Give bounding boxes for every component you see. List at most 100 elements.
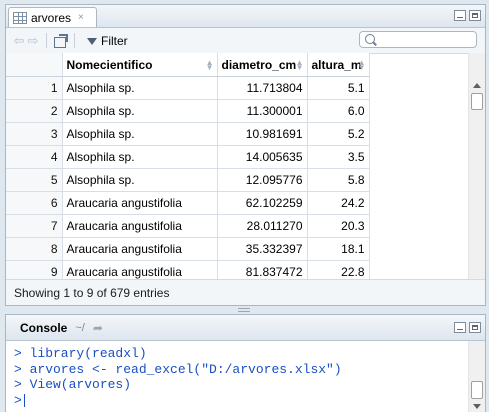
toolbar-divider — [74, 33, 75, 48]
cell-diametro: 10.981691 — [217, 122, 308, 146]
cell-nomecientifico: Alsophila sp. — [62, 168, 218, 192]
filter-button[interactable]: Filter — [87, 34, 128, 48]
cell-diametro: 81.837472 — [217, 260, 308, 281]
table-row[interactable]: 6 Araucaria angustifolia 62.102259 24.2 — [6, 191, 370, 215]
row-number: 4 — [6, 145, 63, 169]
sort-icon: ▲ ▼ — [295, 58, 304, 72]
close-icon[interactable]: × — [78, 12, 84, 23]
go-to-directory-icon[interactable]: ➦ — [93, 321, 103, 335]
viewer-toolbar: ⇦ ⇨ Filter — [6, 28, 485, 54]
column-header-rownum — [6, 53, 63, 77]
row-number: 5 — [6, 168, 63, 192]
table-row[interactable]: 1 Alsophila sp. 11.713804 5.1 — [6, 76, 370, 100]
data-viewer-pane: arvores × ⇦ ⇨ Filter Nomecientifico ▲ ▼ … — [5, 4, 486, 306]
cell-altura: 24.2 — [307, 191, 370, 215]
tab-arvores[interactable]: arvores × — [8, 7, 97, 27]
console-line: > arvores <- read_excel("D:/arvores.xlsx… — [14, 361, 342, 377]
viewer-window-controls — [454, 10, 481, 21]
cell-diametro: 28.011270 — [217, 214, 308, 238]
cell-nomecientifico: Alsophila sp. — [62, 99, 218, 123]
cell-diametro: 14.005635 — [217, 145, 308, 169]
cell-altura: 5.2 — [307, 122, 370, 146]
viewer-tabbar: arvores × — [6, 5, 485, 28]
maximize-icon[interactable] — [469, 10, 481, 21]
pane-splitter-handle[interactable] — [238, 308, 250, 312]
scroll-up-icon[interactable] — [473, 83, 481, 88]
minimize-icon[interactable] — [454, 322, 466, 333]
cell-nomecientifico: Alsophila sp. — [62, 122, 218, 146]
maximize-icon[interactable] — [469, 322, 481, 333]
cell-nomecientifico: Araucaria angustifolia — [62, 237, 218, 261]
console-input-line[interactable]: > — [14, 393, 485, 409]
cell-nomecientifico: Alsophila sp. — [62, 145, 218, 169]
column-header-nomecientifico[interactable]: Nomecientifico ▲ ▼ — [62, 53, 218, 77]
cell-altura: 5.1 — [307, 76, 370, 100]
console-working-dir[interactable]: ~/ — [75, 322, 84, 334]
column-header-label: diametro_cm — [221, 57, 297, 72]
cell-altura: 6.0 — [307, 99, 370, 123]
table-row[interactable]: 9 Araucaria angustifolia 81.837472 22.8 — [6, 260, 370, 281]
filter-icon — [87, 38, 97, 45]
filter-label: Filter — [101, 33, 128, 48]
row-number: 9 — [6, 260, 63, 281]
cell-diametro: 62.102259 — [217, 191, 308, 215]
column-header-label: altura_m — [311, 57, 362, 72]
scroll-down-icon[interactable] — [473, 404, 481, 409]
minimize-icon[interactable] — [454, 10, 466, 21]
console-line: > View(arvores) — [14, 377, 132, 392]
data-table: Nomecientifico ▲ ▼ diametro_cm ▲ ▼ altura_m ▲… — [6, 53, 370, 281]
tab-label: arvores — [31, 10, 72, 25]
console-header: Console ~/ ➦ — [6, 315, 485, 341]
scroll-thumb[interactable] — [471, 93, 483, 110]
entries-status: Showing 1 to 9 of 679 entries — [6, 279, 485, 305]
table-header-row: Nomecientifico ▲ ▼ diametro_cm ▲ ▼ altura_m ▲… — [6, 53, 370, 77]
sort-icon: ▲ ▼ — [205, 58, 214, 72]
column-header-altura[interactable]: altura_m ▲ ▼ — [307, 53, 370, 77]
data-grid-icon — [13, 11, 27, 24]
console-title: Console — [20, 320, 68, 335]
forward-arrow-icon[interactable]: ⇨ — [26, 33, 40, 49]
column-header-label: Nomecientifico — [66, 57, 153, 72]
cell-altura: 22.8 — [307, 260, 370, 281]
cell-diametro: 12.095776 — [217, 168, 308, 192]
row-number: 3 — [6, 122, 63, 146]
cell-nomecientifico: Alsophila sp. — [62, 76, 218, 100]
data-table-container: Nomecientifico ▲ ▼ diametro_cm ▲ ▼ altura_m ▲… — [6, 53, 487, 281]
search-input[interactable] — [359, 31, 477, 48]
cell-altura: 5.8 — [307, 168, 370, 192]
row-number: 7 — [6, 214, 63, 238]
table-row[interactable]: 4 Alsophila sp. 14.005635 3.5 — [6, 145, 370, 169]
cell-nomecientifico: Araucaria angustifolia — [62, 260, 218, 281]
table-row[interactable]: 5 Alsophila sp. 12.095776 5.8 — [6, 168, 370, 192]
scroll-thumb[interactable] — [471, 381, 483, 399]
row-number: 2 — [6, 99, 63, 123]
toolbar-divider — [46, 33, 47, 48]
row-number: 1 — [6, 76, 63, 100]
console-window-controls — [454, 322, 481, 333]
console-pane: Console ~/ ➦ > library(readxl) > arvores… — [5, 314, 486, 412]
row-number: 6 — [6, 191, 63, 215]
table-row[interactable]: 3 Alsophila sp. 10.981691 5.2 — [6, 122, 370, 146]
console-scrollbar[interactable] — [468, 341, 485, 412]
text-cursor — [23, 393, 25, 407]
sort-icon: ▲ ▼ — [357, 58, 366, 72]
column-header-diametro[interactable]: diametro_cm ▲ ▼ — [217, 53, 308, 77]
cell-diametro: 35.332397 — [217, 237, 308, 261]
search-icon — [365, 34, 375, 44]
cell-altura: 20.3 — [307, 214, 370, 238]
table-row[interactable]: 8 Araucaria angustifolia 35.332397 18.1 — [6, 237, 370, 261]
cell-altura: 18.1 — [307, 237, 370, 261]
table-row[interactable]: 2 Alsophila sp. 11.300001 6.0 — [6, 99, 370, 123]
back-arrow-icon[interactable]: ⇦ — [12, 33, 26, 49]
table-row[interactable]: 7 Araucaria angustifolia 28.011270 20.3 — [6, 214, 370, 238]
cell-altura: 3.5 — [307, 145, 370, 169]
cell-diametro: 11.713804 — [217, 76, 308, 100]
console-output[interactable]: > library(readxl) > arvores <- read_exce… — [6, 341, 485, 408]
row-number: 8 — [6, 237, 63, 261]
popout-window-icon[interactable] — [53, 34, 68, 48]
cell-nomecientifico: Araucaria angustifolia — [62, 191, 218, 215]
cell-nomecientifico: Araucaria angustifolia — [62, 214, 218, 238]
console-prompt: > — [14, 392, 22, 408]
cell-diametro: 11.300001 — [217, 99, 308, 123]
table-scrollbar[interactable] — [468, 53, 485, 281]
